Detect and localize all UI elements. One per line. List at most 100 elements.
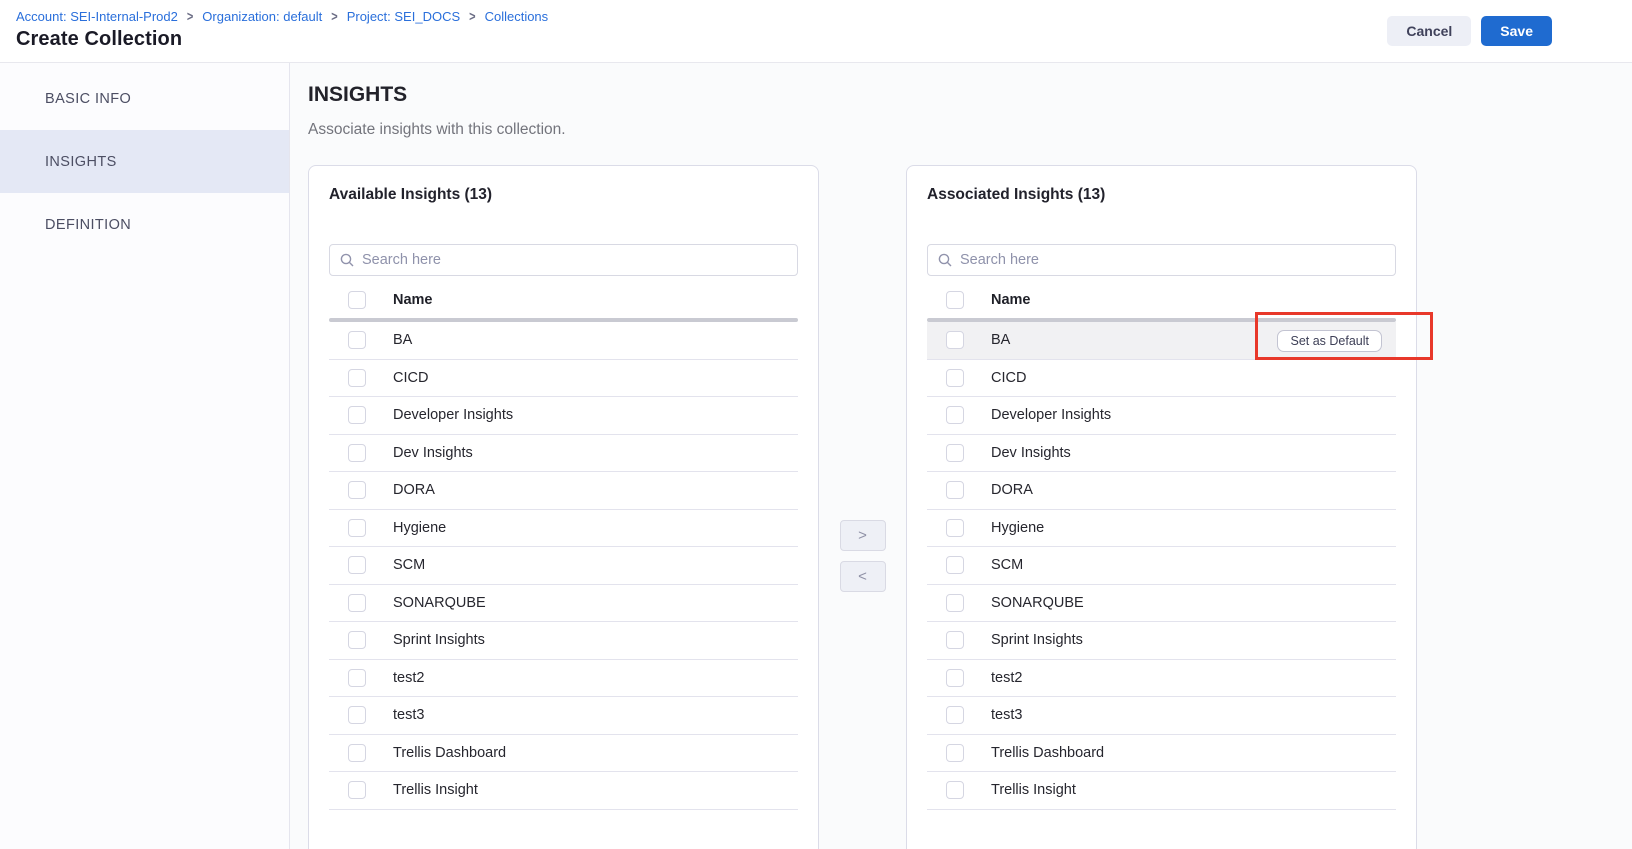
move-right-button[interactable]: > (840, 520, 886, 551)
table-row[interactable]: SCM (927, 547, 1396, 585)
table-row[interactable]: Trellis Insight (329, 772, 798, 810)
table-row[interactable]: BA (329, 322, 798, 360)
table-row[interactable]: CICD (329, 360, 798, 398)
row-label: BA (393, 332, 412, 348)
row-checkbox[interactable] (946, 369, 964, 387)
row-checkbox[interactable] (946, 781, 964, 799)
row-label: SONARQUBE (991, 595, 1084, 611)
available-insights-panel: Available Insights (13) Name BACICDDevel… (308, 165, 819, 849)
wizard-sidebar: BASIC INFO INSIGHTS DEFINITION (0, 63, 290, 849)
table-row[interactable]: SONARQUBE (329, 585, 798, 623)
row-checkbox[interactable] (946, 481, 964, 499)
sidebar-item-basic-info[interactable]: BASIC INFO (0, 67, 289, 130)
row-checkbox[interactable] (946, 556, 964, 574)
breadcrumb-organization-link[interactable]: Organization: default (202, 9, 322, 24)
top-header: Account: SEI-Internal-Prod2 > Organizati… (0, 0, 1632, 63)
row-label: Trellis Insight (393, 782, 478, 798)
breadcrumb-collections-link[interactable]: Collections (485, 9, 549, 24)
select-all-checkbox[interactable] (946, 291, 964, 309)
row-checkbox[interactable] (348, 556, 366, 574)
transfer-controls: > < (819, 165, 906, 592)
row-checkbox[interactable] (348, 369, 366, 387)
row-label: Sprint Insights (393, 632, 485, 648)
table-row[interactable]: Developer Insights (927, 397, 1396, 435)
row-checkbox[interactable] (348, 444, 366, 462)
row-checkbox[interactable] (946, 669, 964, 687)
row-checkbox[interactable] (946, 519, 964, 537)
row-checkbox[interactable] (348, 631, 366, 649)
table-row[interactable]: SCM (329, 547, 798, 585)
table-row[interactable]: Developer Insights (329, 397, 798, 435)
select-all-checkbox[interactable] (348, 291, 366, 309)
move-left-button[interactable]: < (840, 561, 886, 592)
row-checkbox[interactable] (946, 406, 964, 424)
table-row[interactable]: Trellis Dashboard (927, 735, 1396, 773)
row-label: Developer Insights (991, 407, 1111, 423)
table-row[interactable]: test2 (927, 660, 1396, 698)
row-checkbox[interactable] (348, 519, 366, 537)
row-checkbox[interactable] (946, 631, 964, 649)
cancel-button[interactable]: Cancel (1387, 16, 1471, 46)
row-label: Sprint Insights (991, 632, 1083, 648)
associated-table-body: BA Set as Default CICD Developer Insights De… (927, 322, 1396, 810)
row-label: CICD (991, 370, 1026, 386)
available-search-box (329, 244, 798, 276)
row-label: SCM (991, 557, 1023, 573)
breadcrumb-project-link[interactable]: Project: SEI_DOCS (347, 9, 460, 24)
row-checkbox[interactable] (946, 744, 964, 762)
row-checkbox[interactable] (348, 781, 366, 799)
main-content: INSIGHTS Associate insights with this co… (290, 63, 1632, 849)
row-checkbox[interactable] (348, 406, 366, 424)
table-row[interactable]: SONARQUBE (927, 585, 1396, 623)
row-checkbox[interactable] (946, 331, 964, 349)
breadcrumb-separator-icon: > (187, 9, 193, 24)
row-checkbox[interactable] (348, 706, 366, 724)
table-row[interactable]: Sprint Insights (927, 622, 1396, 660)
row-label: test2 (991, 670, 1022, 686)
table-row[interactable]: Dev Insights (927, 435, 1396, 473)
associated-search-box (927, 244, 1396, 276)
associated-search-input[interactable] (960, 252, 1385, 268)
row-checkbox[interactable] (348, 594, 366, 612)
row-label: BA (991, 332, 1010, 348)
available-search-input[interactable] (362, 252, 787, 268)
row-checkbox[interactable] (348, 331, 366, 349)
table-row[interactable]: DORA (329, 472, 798, 510)
table-row[interactable]: test2 (329, 660, 798, 698)
table-row[interactable]: BA Set as Default (927, 322, 1396, 360)
table-row[interactable]: test3 (329, 697, 798, 735)
associated-table-header: Name (927, 282, 1396, 318)
table-row[interactable]: Dev Insights (329, 435, 798, 473)
row-label: DORA (393, 482, 435, 498)
table-row[interactable]: Trellis Dashboard (329, 735, 798, 773)
row-label: Trellis Dashboard (991, 745, 1104, 761)
row-checkbox[interactable] (946, 706, 964, 724)
row-checkbox[interactable] (348, 669, 366, 687)
table-row[interactable]: Trellis Insight (927, 772, 1396, 810)
sidebar-item-definition[interactable]: DEFINITION (0, 193, 289, 256)
search-icon (938, 253, 952, 267)
associated-panel-title: Associated Insights (13) (927, 186, 1396, 204)
table-row[interactable]: Sprint Insights (329, 622, 798, 660)
save-button[interactable]: Save (1481, 16, 1552, 46)
table-row[interactable]: test3 (927, 697, 1396, 735)
available-table-header: Name (329, 282, 798, 318)
set-as-default-button[interactable]: Set as Default (1277, 330, 1382, 352)
breadcrumb-account-link[interactable]: Account: SEI-Internal-Prod2 (16, 9, 178, 24)
table-row[interactable]: Hygiene (927, 510, 1396, 548)
row-checkbox[interactable] (348, 744, 366, 762)
row-checkbox[interactable] (348, 481, 366, 499)
header-actions: Cancel Save (1387, 16, 1552, 46)
section-heading: INSIGHTS (308, 83, 1632, 107)
sidebar-item-insights[interactable]: INSIGHTS (0, 130, 289, 193)
row-checkbox[interactable] (946, 594, 964, 612)
row-label: Hygiene (991, 520, 1044, 536)
table-row[interactable]: Hygiene (329, 510, 798, 548)
name-column-header: Name (393, 292, 433, 308)
table-row[interactable]: CICD (927, 360, 1396, 398)
row-label: Trellis Insight (991, 782, 1076, 798)
row-label: Dev Insights (991, 445, 1071, 461)
table-row[interactable]: DORA (927, 472, 1396, 510)
row-checkbox[interactable] (946, 444, 964, 462)
row-label: SCM (393, 557, 425, 573)
